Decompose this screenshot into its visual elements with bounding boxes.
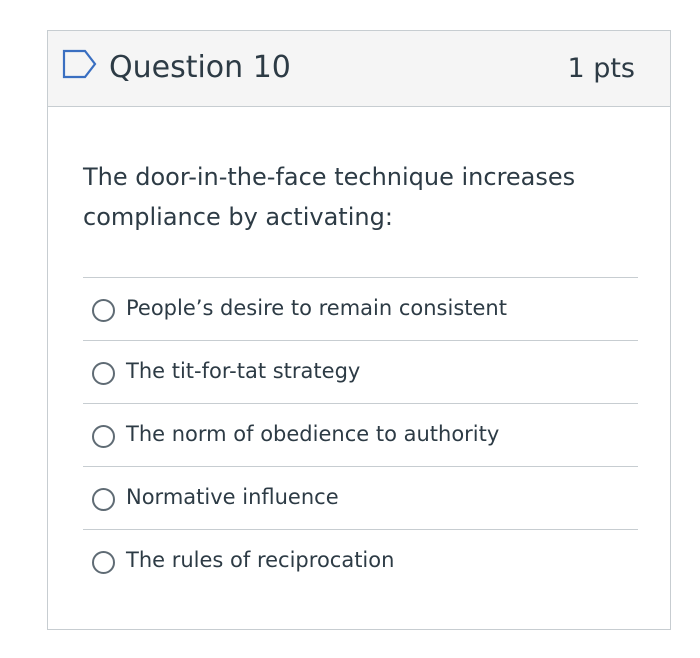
question-title: Question 10 — [109, 50, 291, 85]
radio-button[interactable] — [92, 362, 115, 385]
question-header: Question 10 1 pts — [48, 31, 670, 107]
answer-option[interactable]: People’s desire to remain consistent — [83, 278, 638, 341]
answer-label[interactable]: People’s desire to remain consistent — [126, 293, 507, 323]
answer-option[interactable]: The rules of reciprocation — [83, 530, 638, 593]
question-points: 1 pts — [567, 53, 635, 84]
answer-label[interactable]: The rules of reciprocation — [126, 545, 394, 575]
radio-button[interactable] — [92, 488, 115, 511]
radio-button[interactable] — [92, 299, 115, 322]
radio-button[interactable] — [92, 551, 115, 574]
answer-option[interactable]: The tit-for-tat strategy — [83, 341, 638, 404]
answer-label[interactable]: Normative influence — [126, 482, 339, 512]
question-text: The door-in-the-face technique increases… — [83, 163, 576, 231]
answer-list: People’s desire to remain consistent The… — [83, 277, 638, 593]
answer-label[interactable]: The norm of obedience to authority — [126, 419, 499, 449]
answer-label[interactable]: The tit-for-tat strategy — [126, 356, 360, 386]
answer-option[interactable]: Normative influence — [83, 467, 638, 530]
flag-outline-icon[interactable] — [62, 49, 98, 79]
answer-option[interactable]: The norm of obedience to authority — [83, 404, 638, 467]
question-card: Question 10 1 pts The door-in-the-face t… — [47, 30, 671, 630]
radio-button[interactable] — [92, 425, 115, 448]
